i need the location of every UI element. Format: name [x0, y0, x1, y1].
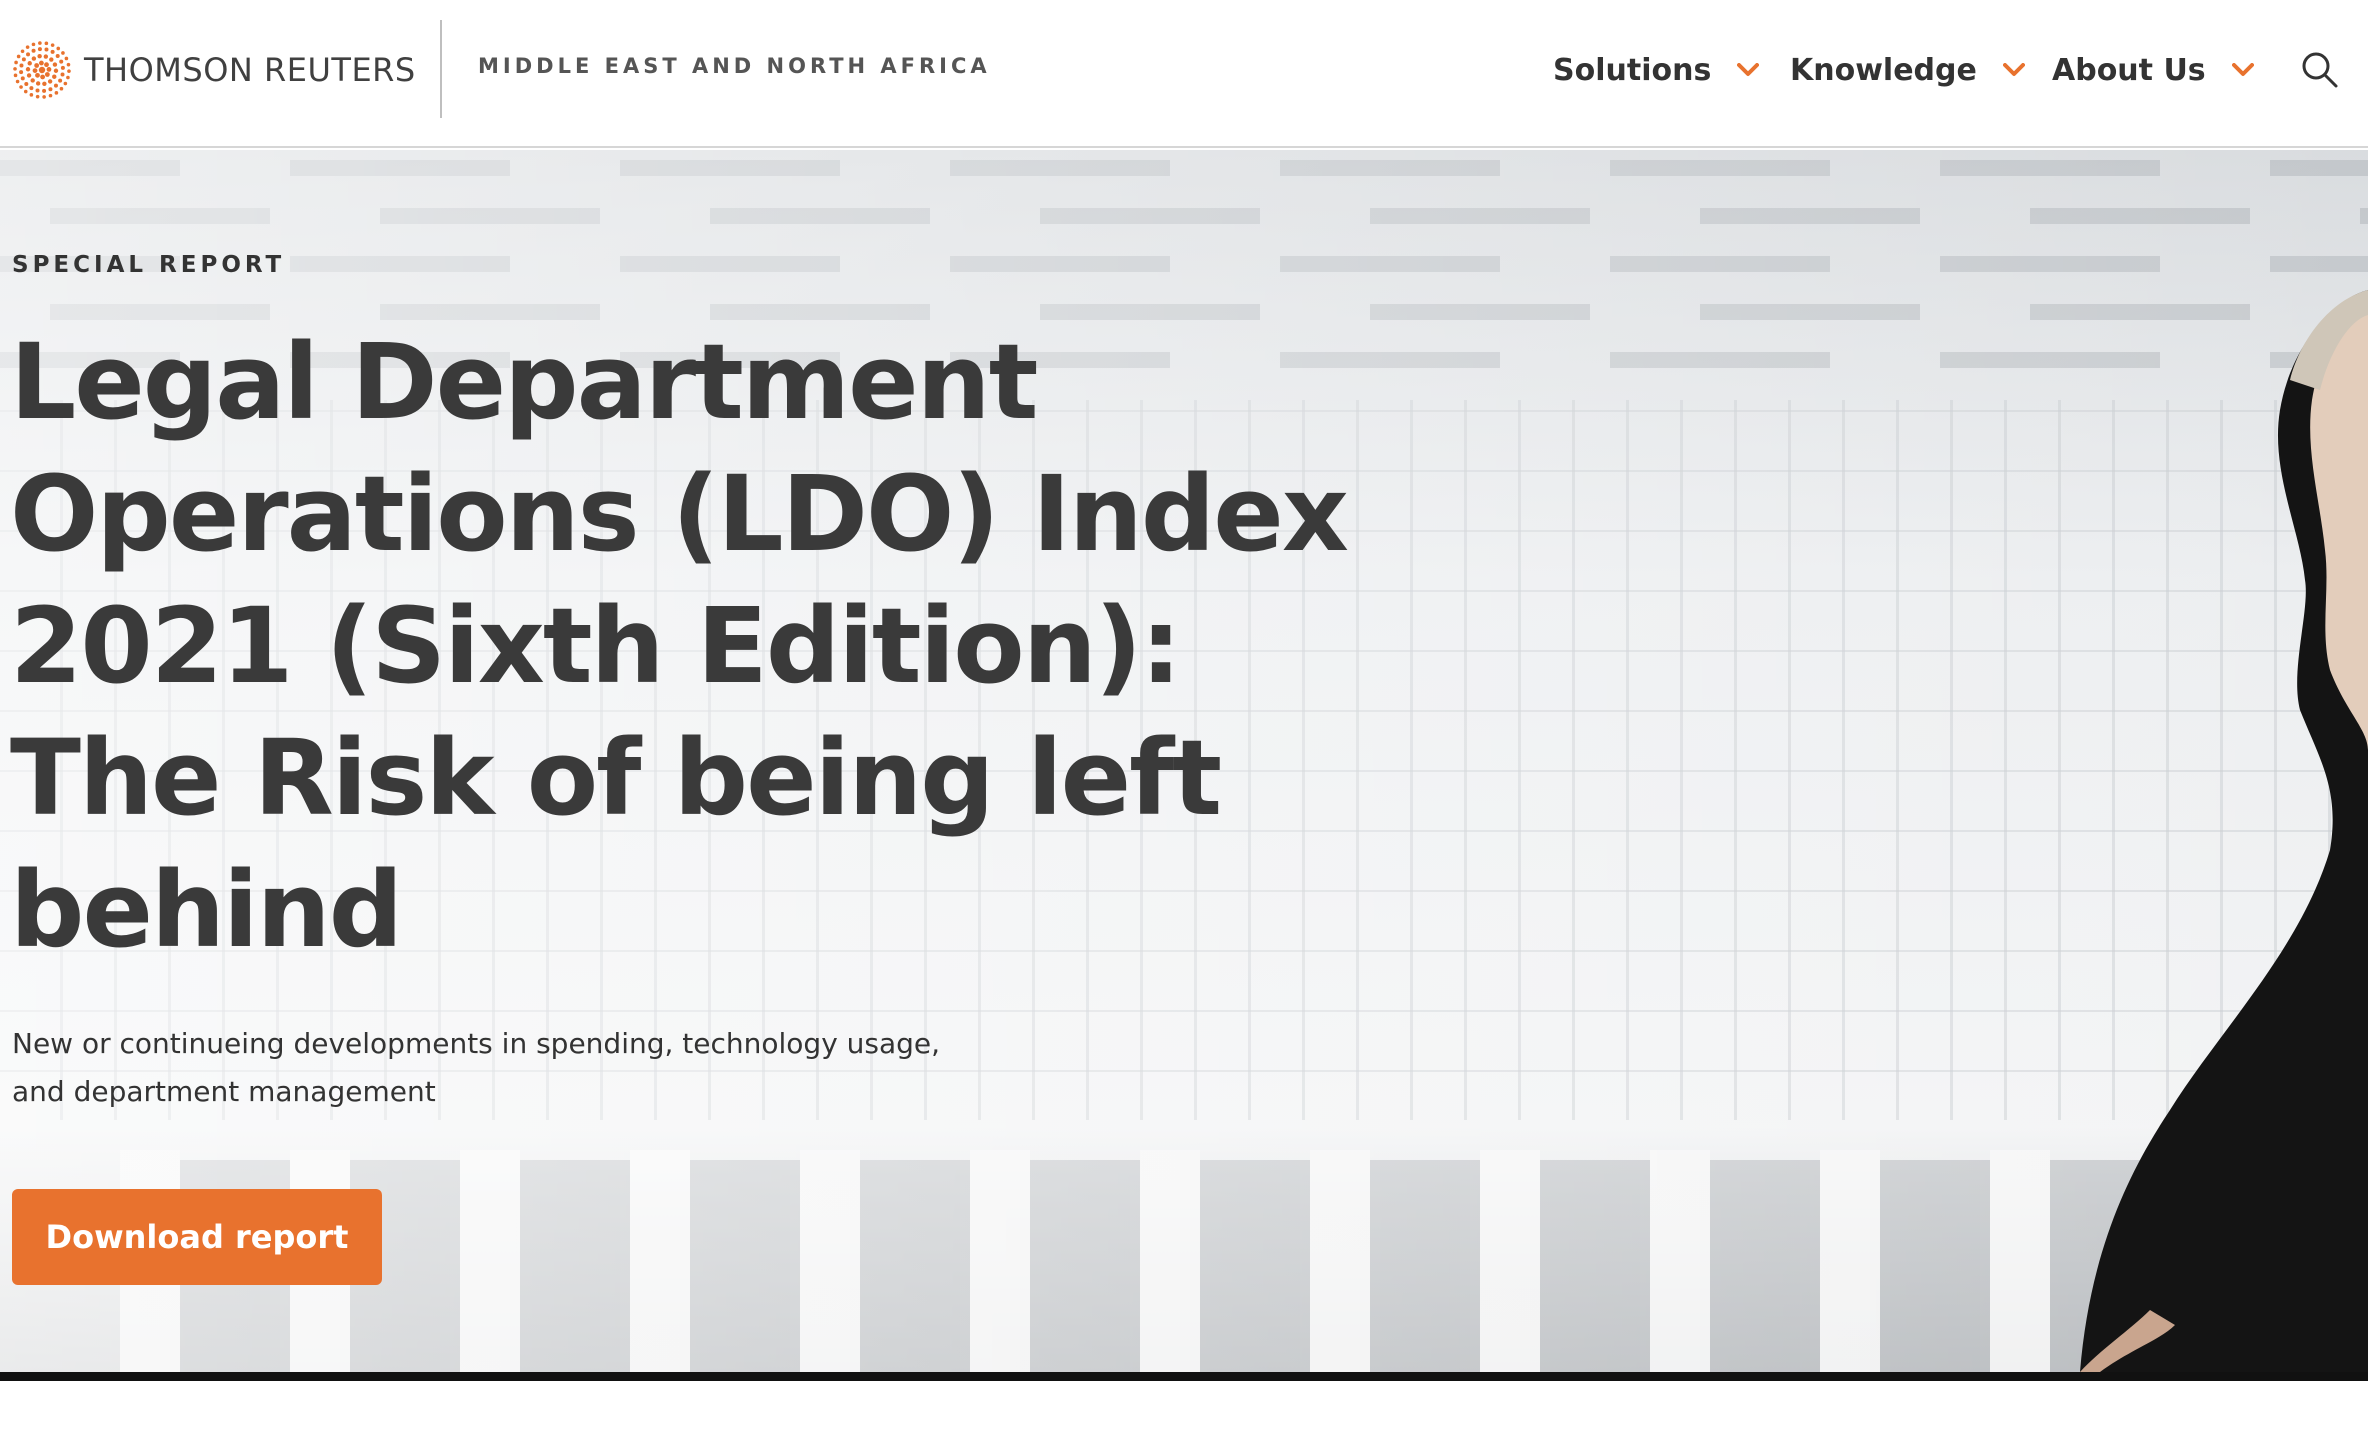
- logo-dot: [59, 86, 64, 91]
- logo-dot: [24, 81, 29, 86]
- logo-dot: [60, 65, 65, 70]
- logo-dot: [35, 72, 40, 78]
- logo-dot: [48, 93, 53, 98]
- logo-dot: [44, 72, 50, 77]
- logo-dot: [25, 67, 31, 72]
- logo-dot: [48, 87, 53, 92]
- logo-dot: [26, 52, 31, 57]
- download-report-button[interactable]: Download report: [12, 1189, 382, 1285]
- logo-text: THOMSON REUTERS: [84, 51, 416, 89]
- logo-dot: [32, 68, 38, 73]
- nav-knowledge[interactable]: Knowledge: [1790, 46, 2025, 94]
- logo-dot: [52, 74, 57, 79]
- logo-dot: [67, 69, 71, 73]
- logo-dot: [21, 57, 26, 62]
- logo-dot: [56, 46, 61, 51]
- logo-dot: [42, 95, 46, 99]
- site-header: THOMSON REUTERS MIDDLE EAST AND NORTH AF…: [0, 0, 2368, 148]
- logo-dot: [47, 79, 53, 84]
- logo-dot: [38, 41, 42, 45]
- hero-bottom-bar: [0, 1372, 2368, 1381]
- logo-dot: [43, 54, 49, 59]
- logo-dot: [44, 41, 49, 46]
- nav-solutions-label: Solutions: [1553, 52, 1712, 88]
- logo-dot: [39, 60, 44, 66]
- logo-dot: [19, 70, 24, 75]
- logo-dot: [53, 83, 58, 88]
- logo-dot: [60, 72, 65, 77]
- logo-dot: [34, 63, 40, 68]
- logo-dot: [66, 75, 70, 80]
- logo-dot: [25, 45, 30, 49]
- logo-dot: [46, 67, 52, 72]
- logo-dot: [63, 81, 68, 86]
- logo-dot: [29, 86, 34, 91]
- logo-dot: [52, 62, 58, 67]
- logo-dot: [13, 73, 18, 78]
- logo-dot: [35, 81, 41, 86]
- logo-dot: [19, 63, 24, 68]
- logo-dot: [40, 74, 45, 80]
- region-label[interactable]: MIDDLE EAST AND NORTH AFRICA: [478, 54, 991, 78]
- logo-dot: [50, 43, 55, 47]
- thomson-reuters-logo[interactable]: THOMSON REUTERS: [12, 40, 416, 100]
- logo-dot: [16, 54, 21, 59]
- logo-dot: [44, 47, 49, 52]
- search-button[interactable]: [2300, 50, 2340, 90]
- logo-dot: [23, 89, 28, 94]
- page-title: Legal Department Operations (LDO) Index …: [10, 321, 1349, 971]
- logo-dot: [49, 57, 54, 62]
- logo-dot: [35, 88, 40, 93]
- logo-dot: [20, 49, 25, 54]
- logo-dot: [64, 56, 69, 61]
- nav-knowledge-label: Knowledge: [1790, 52, 1977, 88]
- logo-dot: [26, 73, 32, 78]
- logo-dot: [44, 62, 49, 68]
- nav-about-us[interactable]: About Us: [2052, 46, 2254, 94]
- thomson-reuters-logo-icon: [13, 41, 71, 99]
- logo-dot: [54, 91, 59, 95]
- logo-dot: [42, 81, 47, 86]
- nav-solutions[interactable]: Solutions: [1553, 46, 1760, 94]
- logo-dot: [31, 48, 36, 53]
- nav-about-us-label: About Us: [2052, 52, 2206, 88]
- logo-dot: [53, 68, 59, 73]
- logo-dot: [20, 76, 25, 81]
- logo-dot: [37, 47, 42, 52]
- logo-dot: [13, 67, 17, 71]
- logo-dot: [30, 78, 35, 83]
- logo-dot: [31, 42, 36, 47]
- header-divider: [440, 20, 442, 118]
- logo-dot: [42, 88, 47, 93]
- logo-dot: [59, 59, 64, 64]
- special-report-eyebrow: SPECIAL REPORT: [12, 252, 286, 278]
- logo-dot: [31, 56, 37, 61]
- logo-dot: [55, 54, 60, 59]
- hero-subtitle: New or continueing developments in spend…: [12, 1027, 941, 1108]
- logo-dot: [66, 62, 71, 67]
- logo-dot: [35, 94, 40, 99]
- logo-dot: [29, 93, 34, 97]
- logo-dot: [61, 51, 65, 55]
- logo-dot: [27, 61, 32, 66]
- chevron-down-icon: [1737, 63, 1760, 76]
- logo-dot: [14, 60, 18, 65]
- logo-dot: [38, 66, 46, 74]
- logo-dot: [58, 78, 63, 83]
- search-icon: [2302, 52, 2338, 88]
- logo-dot: [15, 79, 20, 84]
- chevron-down-icon: [2002, 63, 2025, 76]
- chevron-down-icon: [2231, 63, 2254, 76]
- logo-dot: [37, 54, 42, 59]
- logo-dot: [19, 85, 23, 89]
- logo-dot: [50, 49, 55, 54]
